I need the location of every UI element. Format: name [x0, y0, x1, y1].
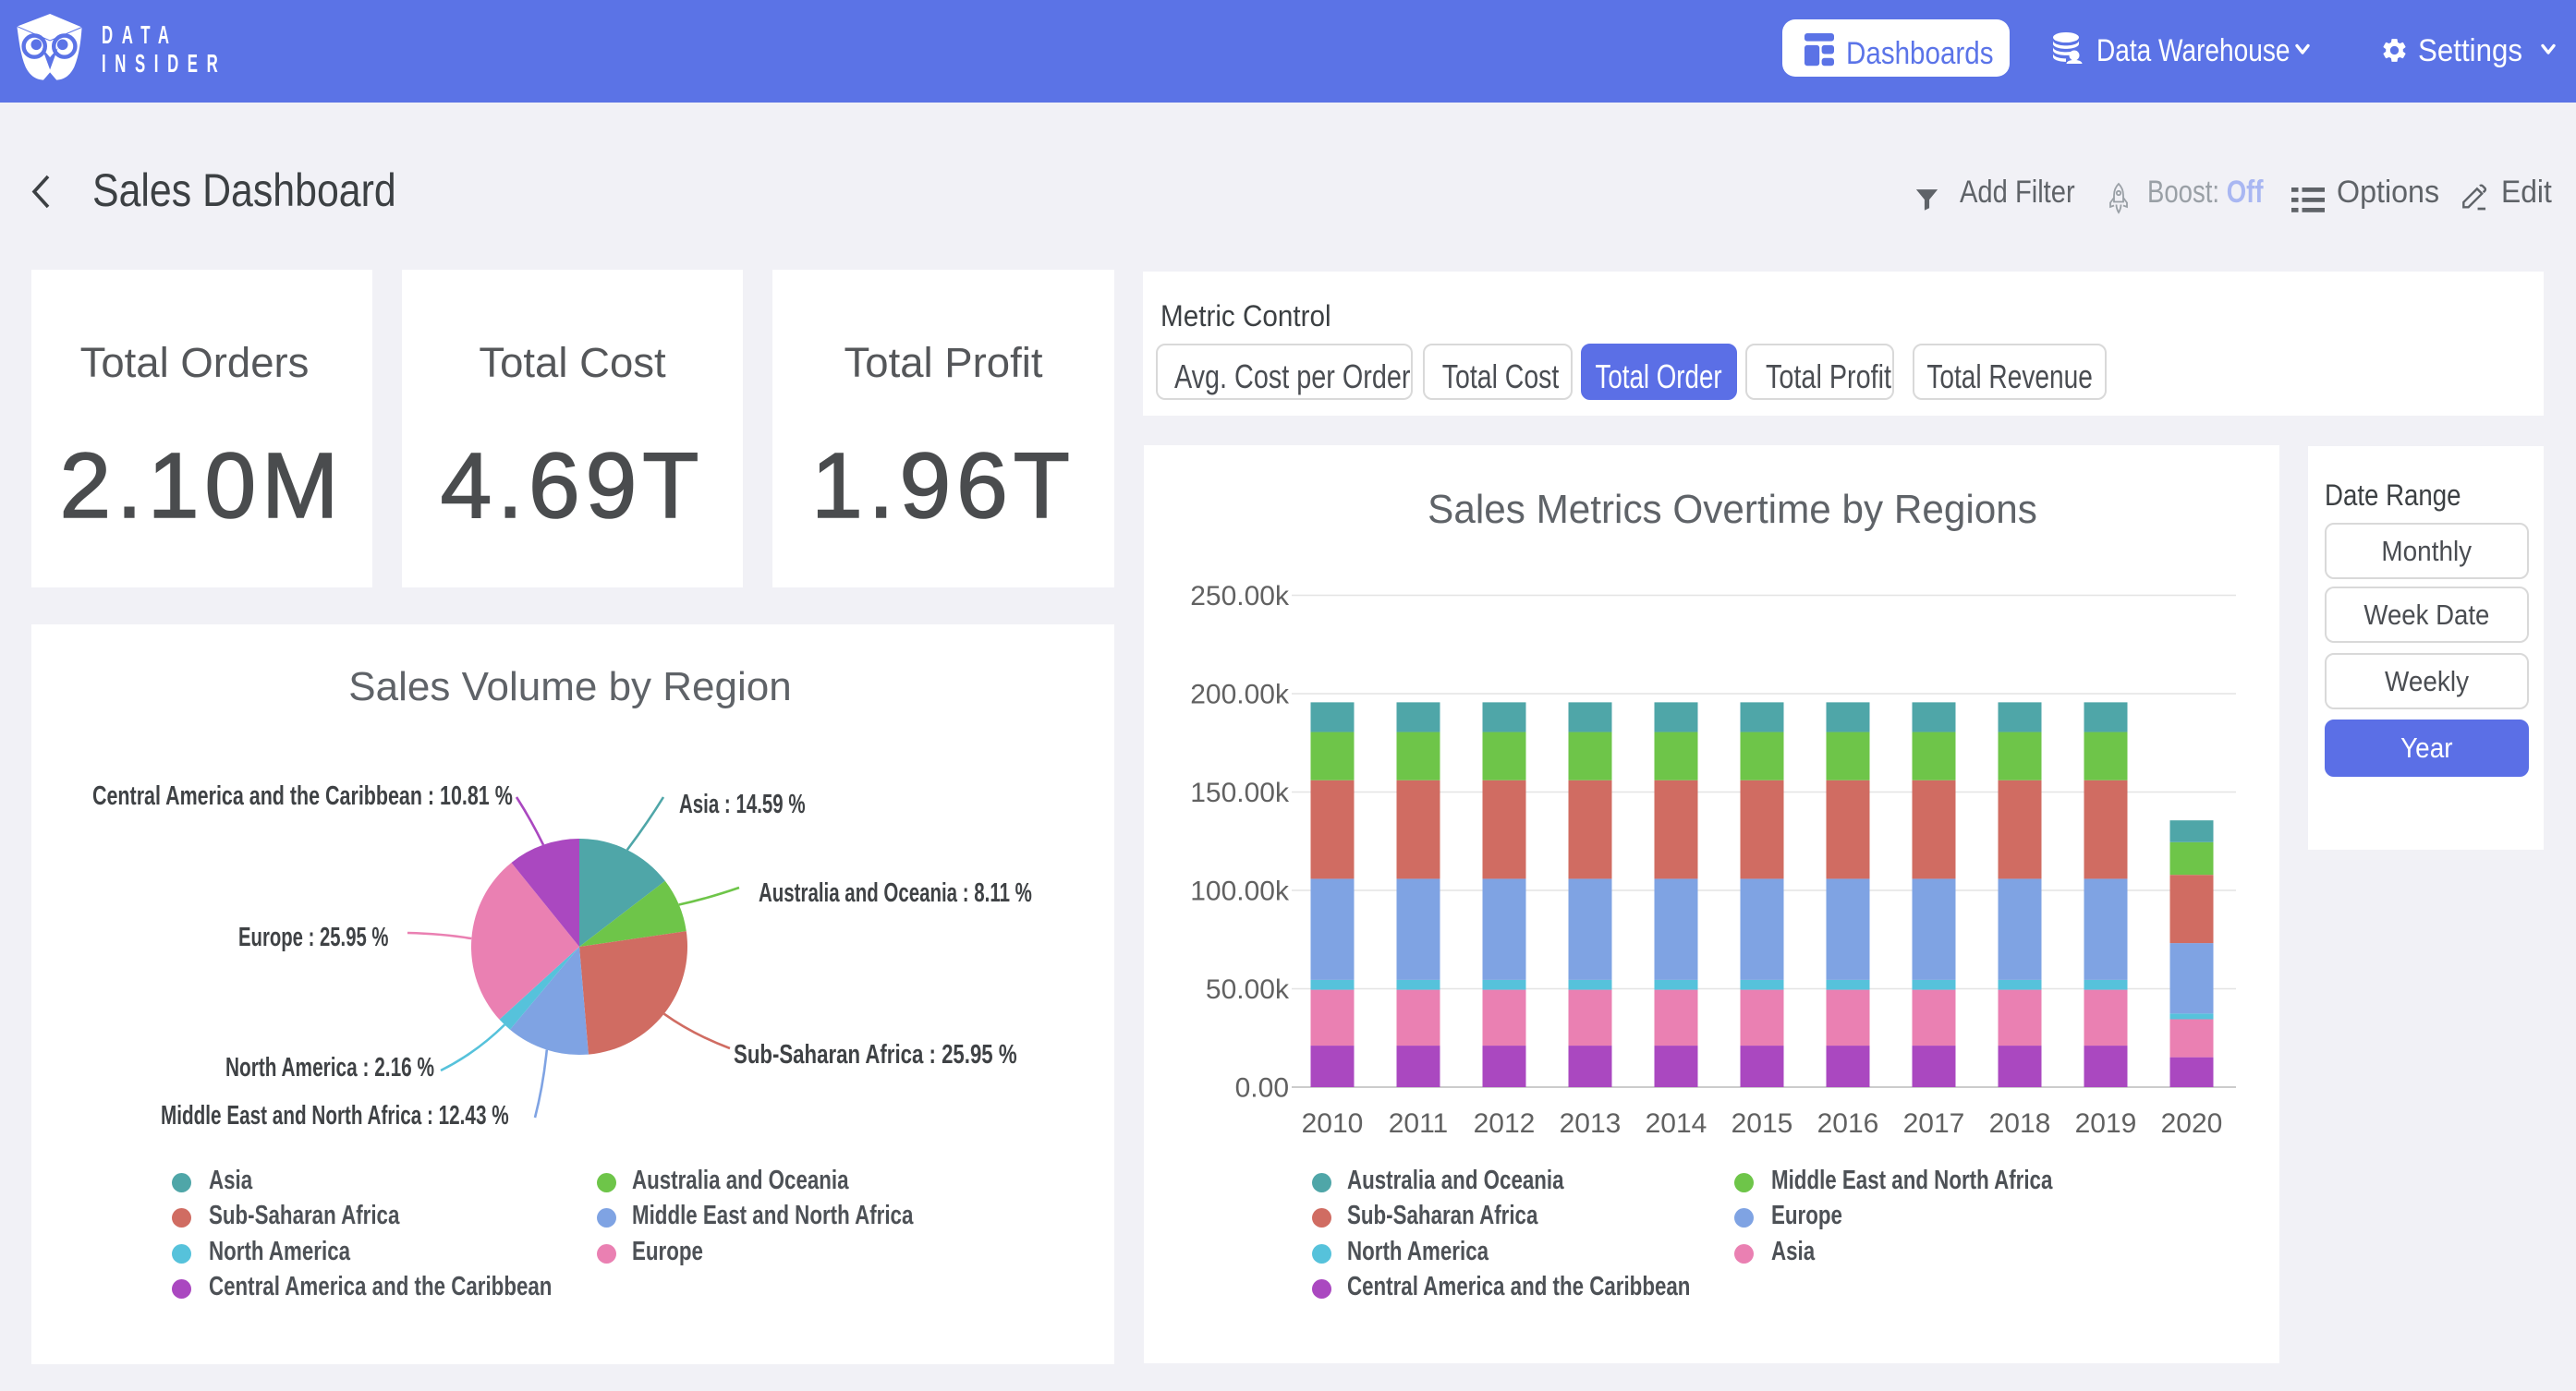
svg-text:2015: 2015: [1732, 1108, 1793, 1139]
svg-text:2018: 2018: [1989, 1108, 2051, 1139]
svg-text:0.00: 0.00: [1235, 1073, 1289, 1104]
svg-text:100.00k: 100.00k: [1190, 877, 1290, 907]
svg-text:150.00k: 150.00k: [1190, 778, 1290, 808]
svg-text:2019: 2019: [2075, 1108, 2137, 1139]
svg-text:2017: 2017: [1903, 1108, 1965, 1139]
svg-text:2016: 2016: [1817, 1108, 1879, 1139]
svg-text:2012: 2012: [1474, 1108, 1536, 1139]
svg-text:2013: 2013: [1560, 1108, 1622, 1139]
svg-text:2010: 2010: [1302, 1108, 1364, 1139]
svg-text:2014: 2014: [1646, 1108, 1707, 1139]
svg-text:2020: 2020: [2161, 1108, 2223, 1139]
svg-text:50.00k: 50.00k: [1206, 974, 1290, 1005]
svg-text:250.00k: 250.00k: [1190, 581, 1290, 611]
svg-text:2011: 2011: [1389, 1108, 1449, 1139]
svg-text:200.00k: 200.00k: [1190, 680, 1290, 710]
